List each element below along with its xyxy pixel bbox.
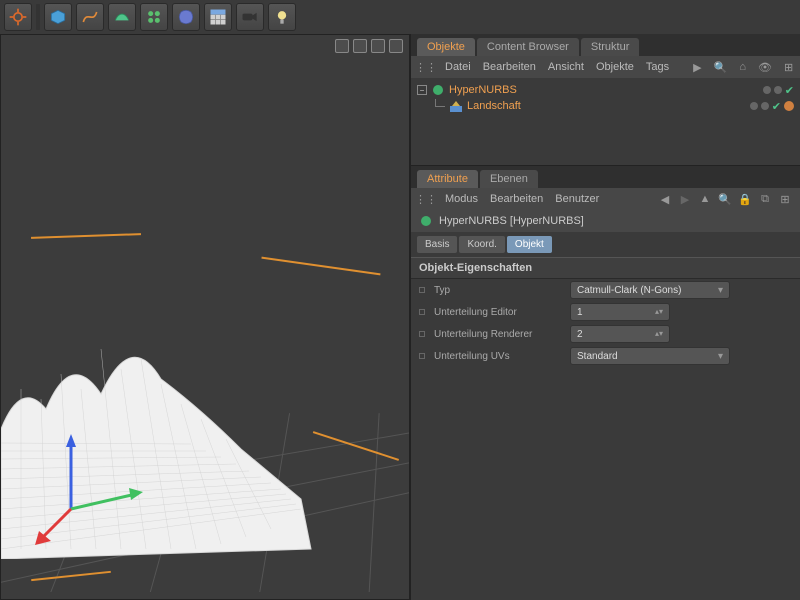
subtab-koord[interactable]: Koord. — [459, 236, 504, 253]
typ-dropdown[interactable]: Catmull-Clark (N-Gons) — [570, 281, 730, 299]
floor-icon[interactable] — [204, 3, 232, 31]
prop-label: Unterteilung UVs — [434, 351, 564, 362]
menu-file[interactable]: Datei — [445, 61, 471, 73]
nav-up-icon[interactable]: ▲ — [698, 192, 712, 206]
home-icon[interactable]: ⌂ — [739, 60, 746, 74]
spinner-arrows-icon[interactable]: ▴▾ — [655, 310, 663, 314]
renderer-subdiv-spinner[interactable]: 2▴▾ — [570, 325, 670, 343]
landscape-icon — [449, 99, 463, 113]
menu-grip-icon[interactable]: ⋮⋮ — [419, 60, 433, 74]
tab-content-browser[interactable]: Content Browser — [477, 38, 579, 56]
prop-row-uv-subdiv: Unterteilung UVs Standard — [411, 345, 800, 367]
attribute-menubar: ⋮⋮ Modus Bearbeiten Benutzer ◀ ▶ ▲ 🔍 🔒 ⧉… — [411, 188, 800, 210]
section-title: Objekt-Eigenschaften — [411, 257, 800, 279]
array-icon[interactable] — [140, 3, 168, 31]
search-icon[interactable]: 🔍 — [718, 192, 732, 206]
tree-branch-icon — [435, 99, 445, 107]
anim-keyframe-toggle[interactable] — [419, 309, 425, 315]
menu-edit[interactable]: Bearbeiten — [483, 61, 536, 73]
prop-label: Typ — [434, 285, 564, 296]
prop-label: Unterteilung Renderer — [434, 329, 564, 340]
subtab-objekt[interactable]: Objekt — [507, 236, 552, 253]
nurbs-icon[interactable] — [108, 3, 136, 31]
enable-check-icon[interactable]: ✔ — [785, 84, 794, 97]
add-icon[interactable]: ⊞ — [778, 192, 792, 206]
arrow-icon[interactable]: ▶ — [693, 60, 701, 74]
attribute-object-name: HyperNURBS [HyperNURBS] — [439, 215, 584, 227]
nav-back-icon[interactable]: ◀ — [658, 192, 672, 206]
tab-structure[interactable]: Struktur — [581, 38, 640, 56]
expand-toggle[interactable]: − — [417, 85, 427, 95]
object-label[interactable]: Landschaft — [467, 100, 521, 112]
object-tree: − HyperNURBS ✔ Landschaft — [411, 78, 800, 166]
attribute-header: HyperNURBS [HyperNURBS] — [411, 210, 800, 232]
tree-row-hypernurbs[interactable]: − HyperNURBS ✔ — [417, 82, 794, 98]
vis-render-dot[interactable] — [774, 86, 782, 94]
vis-editor-dot[interactable] — [763, 86, 771, 94]
tree-row-landschaft[interactable]: Landschaft ✔ — [417, 98, 794, 114]
viewport[interactable] — [0, 34, 410, 600]
editor-subdiv-spinner[interactable]: 1▴▾ — [570, 303, 670, 321]
camera-icon[interactable] — [236, 3, 264, 31]
hypernurbs-icon — [431, 83, 445, 97]
anim-keyframe-toggle[interactable] — [419, 331, 425, 337]
eye-icon[interactable]: 👁 — [758, 60, 772, 74]
search-icon[interactable]: 🔍 — [714, 60, 728, 74]
prop-row-renderer-subdiv: Unterteilung Renderer 2▴▾ — [411, 323, 800, 345]
menu-view[interactable]: Ansicht — [548, 61, 584, 73]
gear-icon[interactable] — [4, 3, 32, 31]
attribute-subtabs: Basis Koord. Objekt — [411, 232, 800, 257]
anim-keyframe-toggle[interactable] — [419, 353, 425, 359]
cube-icon[interactable] — [44, 3, 72, 31]
light-icon[interactable] — [268, 3, 296, 31]
anim-keyframe-toggle[interactable] — [419, 287, 425, 293]
prop-label: Unterteilung Editor — [434, 307, 564, 318]
terrain-mesh — [1, 259, 321, 559]
tab-attribute[interactable]: Attribute — [417, 170, 478, 188]
hypernurbs-icon — [419, 214, 433, 228]
tab-objects[interactable]: Objekte — [417, 38, 475, 56]
menu-user[interactable]: Benutzer — [555, 193, 599, 205]
prop-row-typ: Typ Catmull-Clark (N-Gons) — [411, 279, 800, 301]
add-icon[interactable]: ⊞ — [784, 60, 793, 74]
vis-render-dot[interactable] — [761, 102, 769, 110]
object-manager-menubar: ⋮⋮ Datei Bearbeiten Ansicht Objekte Tags… — [411, 56, 800, 78]
menu-mode[interactable]: Modus — [445, 193, 478, 205]
deformer-icon[interactable] — [172, 3, 200, 31]
lock-icon[interactable]: 🔒 — [738, 192, 752, 206]
prop-row-editor-subdiv: Unterteilung Editor 1▴▾ — [411, 301, 800, 323]
tab-layers[interactable]: Ebenen — [480, 170, 538, 188]
enable-check-icon[interactable]: ✔ — [772, 100, 781, 113]
subtab-basis[interactable]: Basis — [417, 236, 457, 253]
menu-edit[interactable]: Bearbeiten — [490, 193, 543, 205]
link-icon[interactable]: ⧉ — [758, 192, 772, 206]
separator — [36, 4, 40, 30]
spinner-arrows-icon[interactable]: ▴▾ — [655, 332, 663, 336]
object-manager-tabs: Objekte Content Browser Struktur — [411, 34, 800, 56]
attribute-tabs: Attribute Ebenen — [411, 166, 800, 188]
uv-subdiv-dropdown[interactable]: Standard — [570, 347, 730, 365]
nav-fwd-icon[interactable]: ▶ — [678, 192, 692, 206]
menu-tags[interactable]: Tags — [646, 61, 669, 73]
phong-tag-icon[interactable] — [784, 101, 794, 111]
menu-objects[interactable]: Objekte — [596, 61, 634, 73]
vis-editor-dot[interactable] — [750, 102, 758, 110]
menu-grip-icon[interactable]: ⋮⋮ — [419, 192, 433, 206]
object-label[interactable]: HyperNURBS — [449, 84, 517, 96]
main-toolbar — [0, 0, 800, 34]
spline-icon[interactable] — [76, 3, 104, 31]
